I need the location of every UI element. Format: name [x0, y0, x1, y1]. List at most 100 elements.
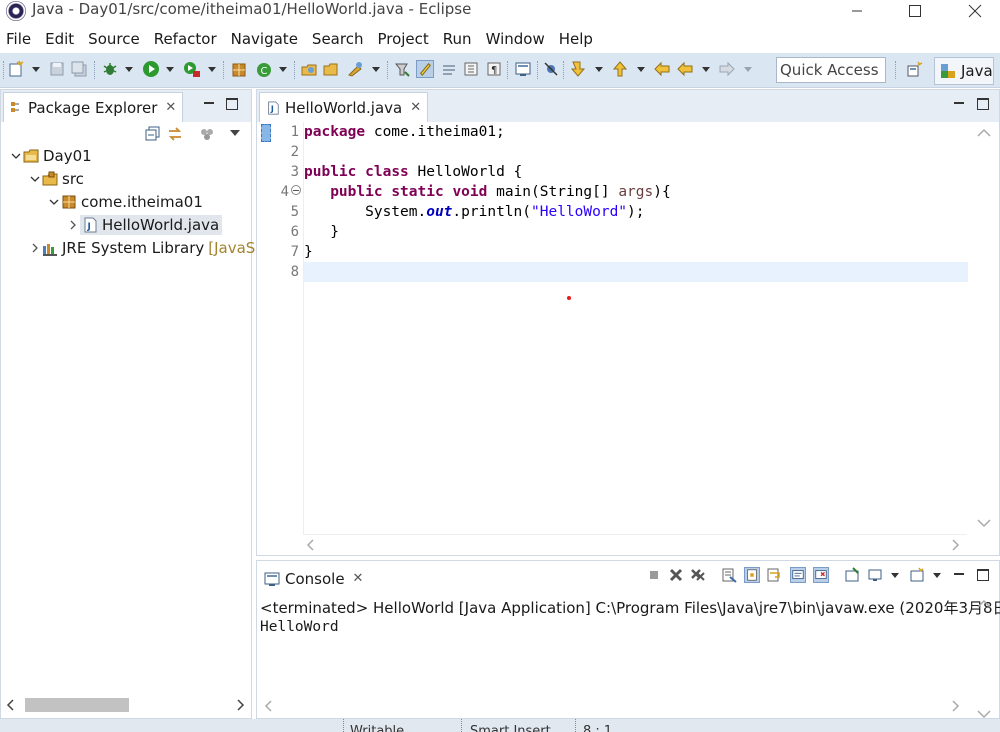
forward-dropdown-arrow[interactable] — [744, 67, 752, 72]
new-java-package-icon[interactable] — [230, 60, 248, 78]
tree-item-jre-library[interactable]: JRE System Library [JavaS — [28, 237, 255, 259]
external-tools-icon[interactable] — [183, 60, 201, 78]
menu-edit[interactable]: Edit — [38, 26, 81, 52]
close-tab-icon[interactable]: ✕ — [410, 100, 421, 115]
horizontal-scrollbar[interactable] — [5, 696, 249, 714]
tree-item-file[interactable]: J HelloWorld.java — [66, 214, 223, 236]
chevron-down-icon[interactable] — [28, 172, 42, 186]
menu-navigate[interactable]: Navigate — [224, 26, 305, 52]
console-output[interactable]: HelloWord — [260, 619, 339, 635]
new-icon[interactable] — [8, 60, 26, 78]
tree-item-src[interactable]: src — [28, 168, 84, 190]
remove-launch-icon[interactable] — [668, 567, 684, 583]
quick-access-input[interactable]: Quick Access — [776, 57, 886, 83]
open-perspective-icon[interactable] — [906, 60, 924, 78]
maximize-button[interactable] — [892, 0, 938, 22]
menu-project[interactable]: Project — [370, 26, 435, 52]
menu-source[interactable]: Source — [81, 26, 147, 52]
collapse-all-icon[interactable] — [145, 126, 161, 142]
menu-help[interactable]: Help — [552, 26, 600, 52]
minimize-view-icon[interactable] — [953, 98, 965, 110]
fold-collapse-icon[interactable] — [291, 185, 301, 195]
back-icon[interactable] — [676, 60, 694, 78]
clear-console-icon[interactable] — [721, 567, 737, 583]
save-icon[interactable] — [48, 60, 66, 78]
console-view-icon[interactable] — [514, 60, 532, 78]
line-number: 4 — [280, 184, 289, 200]
close-tab-icon[interactable]: ✕ — [165, 100, 176, 115]
tab-package-explorer[interactable]: Package Explorer ✕ — [3, 92, 184, 122]
maximize-view-icon[interactable] — [977, 98, 989, 110]
toggle-block-selection-icon[interactable] — [440, 60, 458, 78]
toggle-mark-occurrences-icon[interactable] — [393, 60, 411, 78]
terminate-icon[interactable] — [646, 567, 662, 583]
close-window-button[interactable] — [952, 0, 998, 22]
remove-all-terminated-icon[interactable] — [690, 567, 706, 583]
filters-icon[interactable] — [199, 126, 215, 142]
new-class-dropdown-arrow[interactable] — [279, 67, 287, 72]
run-icon[interactable] — [142, 60, 160, 78]
chevron-down-icon[interactable] — [9, 149, 23, 163]
highlight-pen-icon[interactable] — [416, 60, 434, 78]
show-whitespace-icon[interactable] — [462, 60, 480, 78]
maximize-view-icon[interactable] — [226, 98, 238, 110]
tab-helloworld-java[interactable]: J HelloWorld.java ✕ — [259, 92, 429, 122]
last-edit-location-icon[interactable] — [653, 60, 671, 78]
open-console-icon[interactable] — [909, 567, 925, 583]
vertical-scrollbar[interactable] — [969, 122, 999, 534]
display-console-dropdown[interactable] — [891, 573, 899, 578]
menu-search[interactable]: Search — [305, 26, 371, 52]
code-area[interactable]: package come.itheima01; public class Hel… — [303, 122, 968, 534]
chevron-right-icon[interactable] — [28, 241, 42, 255]
open-folder-icon[interactable] — [322, 60, 340, 78]
run-dropdown-arrow[interactable] — [166, 67, 174, 72]
minimize-button[interactable] — [834, 0, 880, 22]
new-java-class-icon[interactable]: C — [255, 60, 273, 78]
menu-refactor[interactable]: Refactor — [147, 26, 224, 52]
next-annotation-dropdown[interactable] — [595, 67, 603, 72]
previous-annotation-dropdown[interactable] — [637, 67, 645, 72]
forward-icon[interactable] — [718, 60, 736, 78]
editor-horizontal-scrollbar[interactable] — [303, 534, 967, 554]
skip-breakpoints-icon[interactable] — [542, 60, 560, 78]
chevron-right-icon[interactable] — [66, 218, 80, 232]
next-annotation-icon[interactable] — [569, 60, 587, 78]
debug-dropdown-arrow[interactable] — [125, 67, 133, 72]
tree-item-project[interactable]: Day01 — [9, 145, 92, 167]
editor-body[interactable]: 1 2 3 4 5 6 7 8 package come.itheima01; … — [257, 122, 999, 555]
console-horizontal-scrollbar[interactable] — [257, 696, 969, 716]
tab-console[interactable]: Console ✕ — [257, 563, 371, 593]
pin-console-icon[interactable] — [844, 567, 860, 583]
chevron-down-icon[interactable] — [47, 195, 61, 209]
debug-icon[interactable] — [101, 60, 119, 78]
previous-annotation-icon[interactable] — [611, 60, 629, 78]
open-task-icon[interactable] — [346, 60, 364, 78]
save-all-icon[interactable] — [70, 60, 88, 78]
menu-run[interactable]: Run — [436, 26, 479, 52]
open-type-icon[interactable] — [300, 60, 318, 78]
show-console-on-stderr-icon[interactable] — [813, 567, 829, 583]
new-dropdown-arrow[interactable] — [32, 67, 40, 72]
display-selected-console-icon[interactable] — [867, 567, 883, 583]
console-vertical-scrollbar[interactable] — [969, 593, 999, 719]
current-line-highlight — [304, 262, 968, 282]
close-tab-icon[interactable]: ✕ — [353, 571, 364, 586]
show-console-on-stdout-icon[interactable] — [790, 567, 806, 583]
minimize-view-icon[interactable] — [953, 569, 965, 581]
back-dropdown-arrow[interactable] — [702, 67, 710, 72]
scroll-lock-icon[interactable] — [744, 567, 760, 583]
menu-window[interactable]: Window — [479, 26, 552, 52]
console-tab-label: Console — [285, 569, 345, 588]
view-menu-icon[interactable] — [230, 130, 240, 136]
word-wrap-icon[interactable] — [766, 567, 782, 583]
pilcrow-icon[interactable]: ¶ — [485, 60, 503, 78]
tree-item-package[interactable]: come.itheima01 — [47, 191, 203, 213]
minimize-view-icon[interactable] — [203, 98, 215, 110]
java-perspective-button[interactable]: Java — [934, 57, 994, 85]
maximize-view-icon[interactable] — [977, 569, 989, 581]
link-with-editor-icon[interactable] — [167, 126, 183, 142]
open-console-dropdown[interactable] — [933, 573, 941, 578]
external-tools-dropdown-arrow[interactable] — [208, 67, 216, 72]
task-dropdown-arrow[interactable] — [372, 67, 380, 72]
menu-file[interactable]: File — [0, 26, 38, 52]
